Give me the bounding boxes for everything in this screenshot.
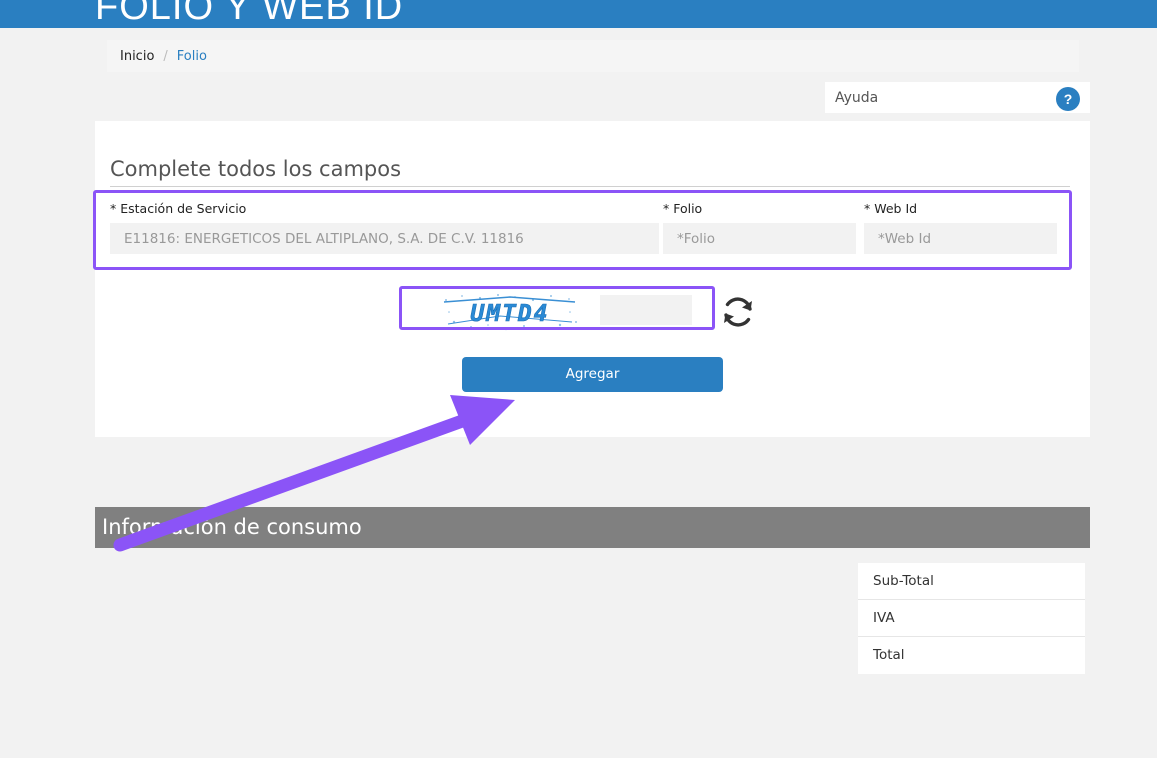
webid-label: * Web Id [864,201,918,216]
top-header-bar: FOLIO Y WEB ID [0,0,1157,28]
agregar-button[interactable]: Agregar [462,357,723,392]
folio-input[interactable]: *Folio [663,223,856,254]
subtotal-row: Sub-Total [858,563,1085,600]
folio-label: * Folio [663,201,703,216]
captcha-input[interactable] [600,295,692,325]
total-row: Total [873,647,905,663]
help-icon[interactable]: ? [1056,87,1080,111]
webid-input[interactable]: *Web Id [864,223,1057,254]
page-title: FOLIO Y WEB ID [95,0,404,28]
help-box[interactable]: Ayuda ? [825,82,1090,113]
help-label: Ayuda [835,89,879,106]
captcha-image: UMTD4 [443,294,577,331]
form-heading: Complete todos los campos [110,157,402,181]
consumption-section-header: Información de consumo [95,507,1090,548]
refresh-icon[interactable] [719,293,757,331]
breadcrumb-separator: / [163,48,168,64]
breadcrumb-home-link[interactable]: Inicio [120,49,154,64]
breadcrumb: Inicio / Folio [107,40,1079,72]
iva-row: IVA [858,600,1085,637]
breadcrumb-current: Folio [176,48,207,64]
station-label: * Estación de Servicio [110,201,247,216]
consumption-title: Información de consumo [102,515,362,539]
station-select[interactable]: E11816: ENERGETICOS DEL ALTIPLANO, S.A. … [110,223,659,254]
totals-table: Sub-Total IVA Total [858,563,1085,674]
heading-divider [110,186,1070,187]
captcha-text: UMTD4 [470,301,549,327]
